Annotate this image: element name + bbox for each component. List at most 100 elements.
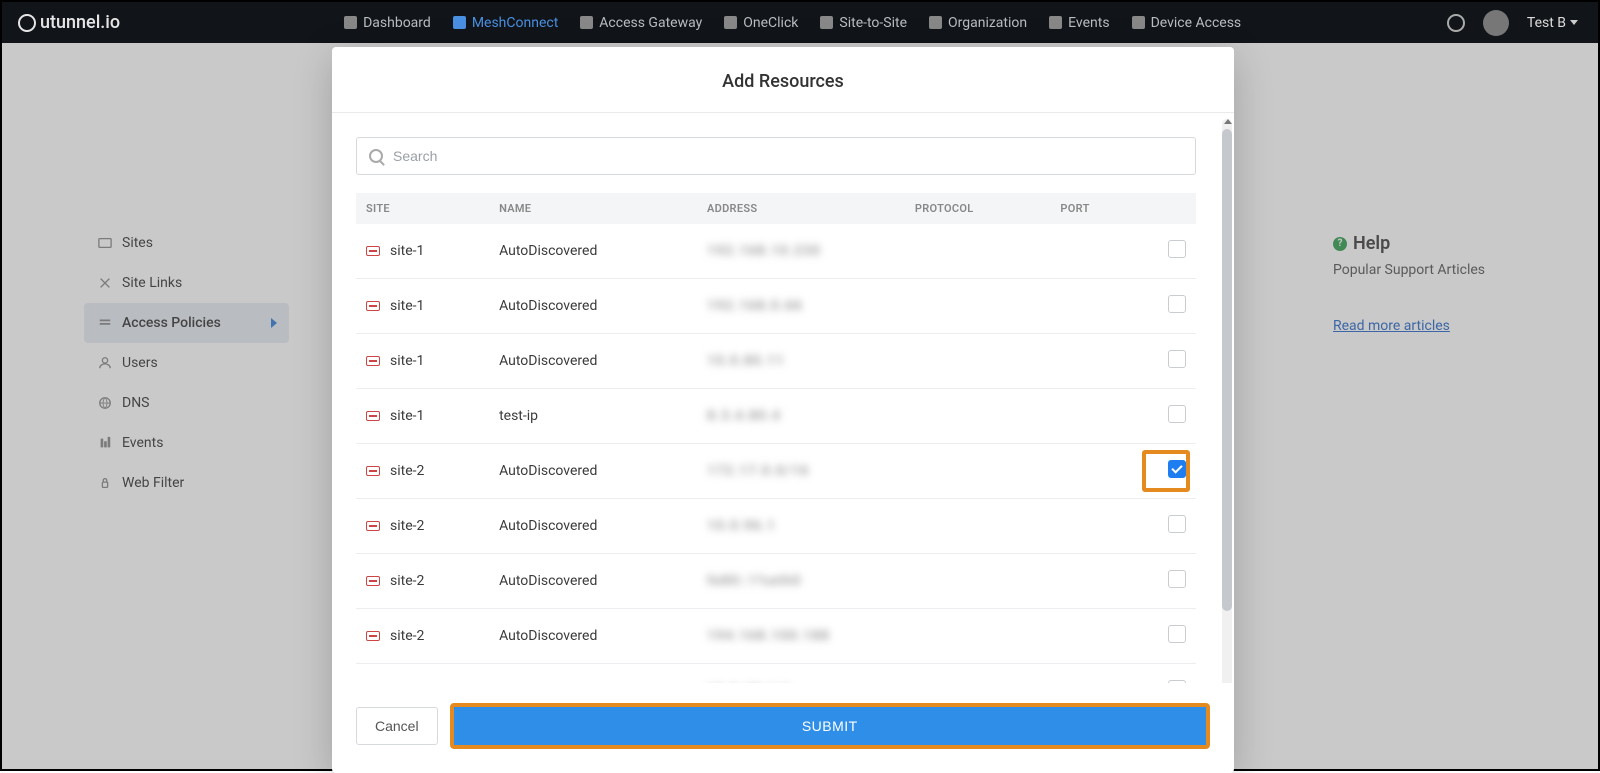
row-checkbox[interactable] — [1168, 625, 1186, 643]
topnav-label: Device Access — [1151, 15, 1242, 31]
scroll-up-icon[interactable] — [1224, 119, 1232, 124]
nav-icon — [580, 16, 593, 29]
table-row: site-2AutoDiscovered10.0.40.1/1 — [356, 664, 1196, 684]
topnav-label: Dashboard — [363, 15, 431, 31]
topnav-label: MeshConnect — [472, 15, 558, 31]
user-name: Test B — [1527, 15, 1566, 31]
add-resources-modal: Add Resources SITE NAME ADDRESS PROTOCOL… — [332, 47, 1234, 773]
cell-site: site-2 — [356, 444, 489, 499]
address-blurred: 192.168.0.66 — [707, 298, 803, 314]
row-checkbox[interactable] — [1168, 350, 1186, 368]
address-blurred: fe80::1%eth0 — [707, 573, 801, 589]
notification-icon[interactable] — [1447, 14, 1465, 32]
address-blurred: 10.0.96.1 — [707, 518, 776, 534]
address-blurred: 194.168.100.188 — [707, 628, 830, 644]
site-icon — [366, 411, 380, 421]
cell-site: site-2 — [356, 499, 489, 554]
brand-logo[interactable]: utunnel.io — [18, 12, 120, 33]
modal-body: SITE NAME ADDRESS PROTOCOL PORT site-1Au… — [332, 113, 1234, 683]
cell-select — [1134, 389, 1196, 444]
logo-icon — [18, 14, 36, 32]
site-label: site-2 — [390, 628, 424, 644]
row-checkbox[interactable] — [1168, 570, 1186, 588]
topnav-item[interactable]: Events — [1049, 15, 1109, 31]
table-row: site-2AutoDiscovered172.17.0.0/16 — [356, 444, 1196, 499]
cell-address: 172.17.0.0/16 — [697, 444, 905, 499]
search-input[interactable] — [393, 148, 1183, 164]
site-label: site-2 — [390, 518, 424, 534]
cell-select — [1134, 224, 1196, 279]
cell-name: AutoDiscovered — [489, 224, 697, 279]
topnav-item[interactable]: Device Access — [1132, 15, 1242, 31]
cell-select — [1134, 609, 1196, 664]
row-checkbox[interactable] — [1168, 515, 1186, 533]
modal-title: Add Resources — [332, 47, 1234, 113]
site-icon — [366, 521, 380, 531]
site-label: site-1 — [390, 408, 424, 424]
cell-site: site-1 — [356, 389, 489, 444]
cell-name: test-ip — [489, 389, 697, 444]
cell-site: site-2 — [356, 609, 489, 664]
cell-port — [1050, 224, 1133, 279]
modal-footer: Cancel SUBMIT — [332, 683, 1234, 773]
cell-address: 194.168.100.188 — [697, 609, 905, 664]
submit-highlight: SUBMIT — [450, 703, 1210, 749]
table-row: site-1AutoDiscovered192.168.10.230 — [356, 224, 1196, 279]
topnav-label: Events — [1068, 15, 1109, 31]
cell-port — [1050, 334, 1133, 389]
nav-icon — [344, 16, 357, 29]
scrollbar-thumb[interactable] — [1222, 129, 1232, 611]
search-icon — [369, 149, 383, 163]
cell-site: site-1 — [356, 334, 489, 389]
cell-address: 10.0.40.1/1 — [697, 664, 905, 684]
user-menu[interactable]: Test B — [1527, 15, 1578, 31]
nav-icon — [453, 16, 466, 29]
cell-address: 10.0.80.11 — [697, 334, 905, 389]
row-checkbox[interactable] — [1168, 240, 1186, 258]
cell-select — [1134, 554, 1196, 609]
row-checkbox[interactable] — [1168, 460, 1186, 478]
table-row: site-2AutoDiscoveredfe80::1%eth0 — [356, 554, 1196, 609]
topnav-item[interactable]: Site-to-Site — [820, 15, 907, 31]
topnav-item[interactable]: Dashboard — [344, 15, 431, 31]
topbar: utunnel.io Dashboard MeshConnect Access Ga… — [2, 2, 1598, 43]
address-blurred: 172.17.0.0/16 — [707, 463, 809, 479]
cell-port — [1050, 499, 1133, 554]
cell-address: 10.0.96.1 — [697, 499, 905, 554]
topnav-item[interactable]: Access Gateway — [580, 15, 702, 31]
site-icon — [366, 466, 380, 476]
table-row: site-2 AutoDiscovered 194.168.100.188 — [356, 609, 1196, 664]
row-checkbox[interactable] — [1168, 295, 1186, 313]
cell-select — [1134, 499, 1196, 554]
address-blurred: 10.0.80.11 — [707, 353, 785, 369]
col-select — [1134, 193, 1196, 224]
cell-name: AutoDiscovered — [489, 279, 697, 334]
cell-address: fe80::1%eth0 — [697, 554, 905, 609]
cell-name: AutoDiscovered — [489, 609, 697, 664]
table-row: site-1test-ip8.3.4.80.4 — [356, 389, 1196, 444]
cell-site: site-1 — [356, 224, 489, 279]
cell-select — [1134, 279, 1196, 334]
nav-icon — [929, 16, 942, 29]
topnav-item[interactable]: OneClick — [724, 15, 798, 31]
site-icon — [366, 631, 380, 641]
cell-protocol — [905, 334, 1051, 389]
topbar-right: Test B — [1447, 10, 1578, 36]
avatar[interactable] — [1483, 10, 1509, 36]
col-address: ADDRESS — [697, 193, 905, 224]
cancel-button[interactable]: Cancel — [356, 707, 438, 745]
topnav-label: Organization — [948, 15, 1027, 31]
submit-button[interactable]: SUBMIT — [454, 707, 1206, 745]
site-icon — [366, 576, 380, 586]
scrollbar[interactable] — [1222, 119, 1232, 683]
cell-select — [1134, 334, 1196, 389]
cell-address: 192.168.10.230 — [697, 224, 905, 279]
nav-icon — [724, 16, 737, 29]
topnav-item[interactable]: MeshConnect — [453, 15, 558, 31]
nav-icon — [820, 16, 833, 29]
topnav-item[interactable]: Organization — [929, 15, 1027, 31]
search-box[interactable] — [356, 137, 1196, 175]
row-checkbox[interactable] — [1168, 680, 1186, 683]
row-checkbox[interactable] — [1168, 405, 1186, 423]
cell-protocol — [905, 609, 1051, 664]
